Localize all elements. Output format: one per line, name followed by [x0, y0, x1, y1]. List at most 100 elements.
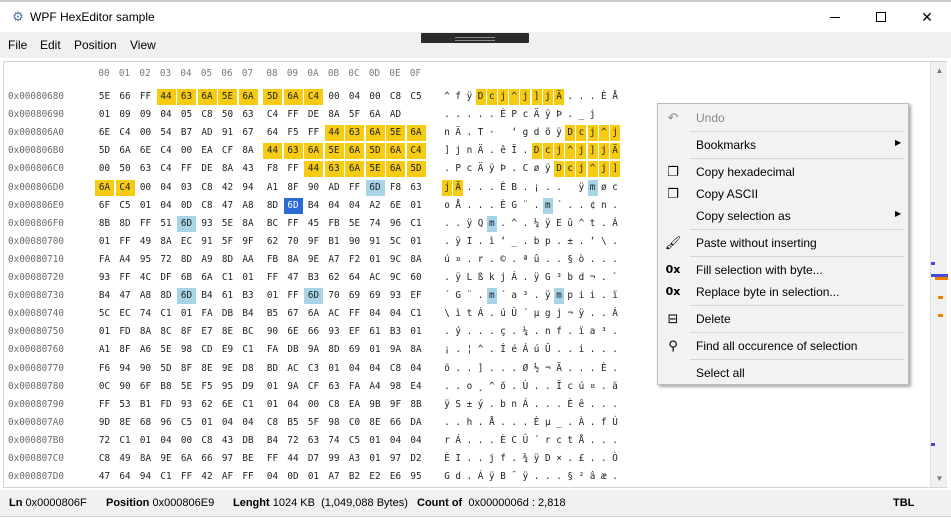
ascii-char[interactable]: j [554, 306, 564, 322]
ascii-char[interactable]: . [464, 433, 474, 449]
ascii-char[interactable]: . [599, 451, 609, 467]
hex-byte[interactable]: 6F [95, 198, 114, 214]
ascii-char[interactable]: . [453, 107, 463, 123]
ascii-char[interactable]: . [610, 433, 620, 449]
ascii-char[interactable]: È [532, 415, 542, 431]
ascii-char[interactable]: ± [565, 234, 575, 250]
ascii-char[interactable]: ÿ [543, 107, 553, 123]
hex-byte[interactable]: A2 [366, 198, 385, 214]
ascii-char[interactable]: . [543, 379, 553, 395]
ascii-char[interactable]: ò [576, 252, 586, 268]
ascii-char[interactable]: ^ [509, 89, 520, 105]
hex-byte[interactable]: 5E [365, 161, 385, 178]
ascii-char[interactable]: . [588, 433, 598, 449]
ascii-char[interactable]: . [610, 198, 620, 214]
hex-byte[interactable]: 8F [284, 180, 303, 196]
ascii-char[interactable]: ¨ [520, 198, 530, 214]
hex-byte[interactable]: 74 [366, 216, 385, 232]
ascii-char[interactable]: j [453, 143, 463, 159]
hex-byte[interactable]: 96 [157, 415, 176, 431]
hex-byte[interactable]: C1 [239, 397, 258, 413]
minimize-button[interactable] [812, 2, 858, 32]
hex-byte[interactable]: 01 [136, 433, 155, 449]
hex-byte[interactable]: 8A [407, 252, 426, 268]
ascii-char[interactable]: ¬ [588, 270, 598, 286]
hex-byte[interactable]: 01 [177, 306, 196, 322]
hex-byte[interactable]: F5 [284, 125, 303, 141]
ascii-char[interactable]: ´ [532, 433, 542, 449]
hex-byte[interactable]: 6A [197, 89, 217, 105]
hex-byte[interactable]: 74 [136, 306, 155, 322]
ascii-char[interactable]: Å [576, 433, 586, 449]
hex-byte[interactable]: FF [116, 234, 135, 250]
hex-byte[interactable]: 8A [157, 234, 176, 250]
ascii-char[interactable]: d [576, 270, 586, 286]
ascii-char[interactable]: û [532, 252, 542, 268]
ascii-char[interactable]: ÿ [532, 451, 542, 467]
ascii-char[interactable]: . [442, 415, 452, 431]
ascii-char[interactable]: j [588, 107, 598, 123]
ascii-char[interactable]: Ù [520, 379, 530, 395]
ascii-char[interactable]: . [599, 270, 609, 286]
ascii-char[interactable]: È [442, 451, 452, 467]
hex-byte[interactable]: B8 [157, 379, 176, 395]
ascii-char[interactable]: . [554, 469, 564, 485]
ascii-char[interactable]: ^ [565, 143, 576, 160]
hex-byte[interactable]: 98 [177, 342, 196, 358]
maximize-button[interactable] [858, 2, 904, 32]
ascii-char[interactable]: . [453, 216, 463, 232]
hex-byte[interactable]: 04 [157, 198, 176, 214]
ascii-char[interactable]: ³ [554, 270, 564, 286]
ascii-char[interactable]: ÿ [576, 180, 586, 196]
ascii-char[interactable]: ´ [498, 288, 508, 304]
ascii-char[interactable]: ¦ [464, 342, 474, 358]
ascii-char[interactable]: ÿ [487, 469, 497, 485]
hex-byte[interactable]: 5E [177, 379, 196, 395]
ascii-char[interactable]: . [509, 324, 519, 340]
ascii-char[interactable]: ² [576, 469, 586, 485]
ascii-char[interactable]: . [610, 361, 620, 377]
ascii-char[interactable]: a [509, 288, 519, 304]
ascii-char[interactable]: ê [576, 397, 586, 413]
hex-byte[interactable]: 8A [325, 107, 344, 123]
ascii-char[interactable]: ß [476, 270, 486, 286]
hex-byte[interactable]: 95 [407, 469, 426, 485]
hex-byte[interactable]: 9F [304, 234, 323, 250]
hex-byte[interactable]: 90 [263, 324, 282, 340]
ascii-char[interactable]: Ä [476, 161, 486, 177]
hex-byte[interactable]: 6A [95, 179, 114, 196]
ascii-char[interactable]: . [554, 342, 564, 358]
ascii-char[interactable]: m [542, 197, 553, 214]
hex-byte[interactable]: 8A [239, 143, 258, 159]
hex-byte[interactable]: 63 [239, 107, 258, 123]
ascii-char[interactable]: D [475, 89, 486, 105]
ascii-char[interactable]: g [520, 125, 530, 141]
ascii-char[interactable]: . [543, 397, 553, 413]
hex-byte[interactable]: 94 [136, 469, 155, 485]
ascii-char[interactable]: . [464, 361, 474, 377]
ascii-char[interactable]: . [565, 451, 575, 467]
ascii-char[interactable]: . [565, 89, 575, 105]
ascii-char[interactable]: ú [576, 379, 586, 395]
ascii-char[interactable]: Û [509, 306, 519, 322]
context-menu-item[interactable]: 0x Replace byte in selection... [658, 281, 908, 303]
ascii-char[interactable]: . [509, 379, 519, 395]
ascii-char[interactable]: d [453, 469, 463, 485]
ascii-char[interactable]: C [520, 161, 530, 177]
ascii-char[interactable] [610, 107, 620, 123]
ascii-char[interactable]: c [520, 107, 530, 123]
ascii-char[interactable]: Ä [453, 179, 464, 196]
ascii-char[interactable]: § [565, 252, 575, 268]
hex-byte[interactable]: AD [325, 180, 344, 196]
hex-byte[interactable]: A4 [116, 252, 135, 268]
ascii-char[interactable]: . [565, 361, 575, 377]
hex-byte[interactable]: 01 [95, 324, 114, 340]
hex-byte[interactable]: BE [239, 451, 258, 467]
hex-byte[interactable]: B2 [345, 469, 364, 485]
ascii-char[interactable]: ì [453, 306, 463, 322]
ascii-char[interactable]: . [476, 180, 486, 196]
ascii-char[interactable]: × [554, 451, 564, 467]
hex-byte[interactable]: 0D [284, 469, 303, 485]
hex-byte[interactable]: 63 [177, 89, 196, 105]
hex-byte[interactable]: 6A [345, 143, 364, 160]
